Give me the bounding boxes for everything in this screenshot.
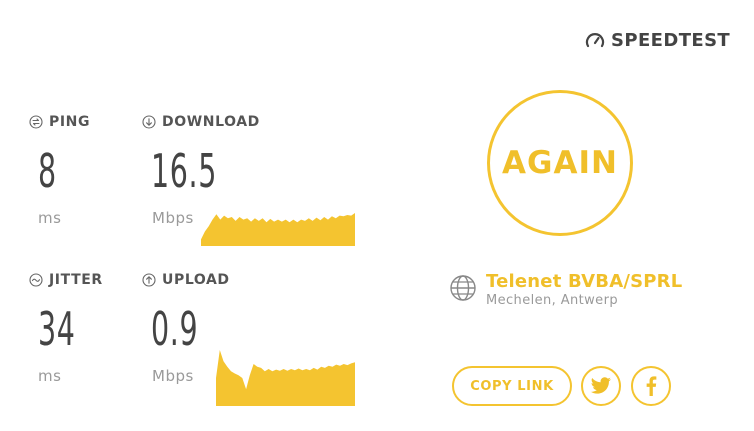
isp-name[interactable]: Telenet BVBA/SPRL (486, 271, 682, 292)
upload-arrow-icon (142, 273, 156, 287)
globe-icon (450, 275, 476, 301)
jitter-icon (29, 273, 43, 287)
twitter-share-button[interactable] (581, 366, 621, 406)
ping-value: 8 (38, 144, 57, 198)
upload-value: 0.9 (151, 302, 199, 356)
again-button[interactable]: AGAIN (487, 90, 633, 236)
download-unit: Mbps (152, 209, 194, 227)
graph-area (216, 350, 355, 406)
download-speed-graph (201, 213, 355, 246)
download-arrow-icon (142, 115, 156, 129)
ping-unit: ms (38, 209, 62, 227)
upload-speed-graph (216, 350, 355, 406)
jitter-label: JITTER (29, 272, 103, 288)
facebook-share-button[interactable] (631, 366, 671, 406)
twitter-icon (590, 377, 611, 394)
download-label-text: DOWNLOAD (162, 114, 260, 130)
ping-label-text: PING (49, 114, 91, 130)
brand-name: SPEEDTEST (611, 30, 731, 51)
jitter-value: 34 (38, 302, 76, 356)
copy-link-button[interactable]: COPY LINK (452, 366, 572, 406)
jitter-label-text: JITTER (49, 272, 103, 288)
upload-unit: Mbps (152, 367, 194, 385)
facebook-icon (646, 376, 657, 396)
isp-location: Mechelen, Antwerp (486, 293, 618, 308)
jitter-unit: ms (38, 367, 62, 385)
ping-label: PING (29, 114, 90, 130)
upload-label: UPLOAD (142, 272, 230, 288)
speedtest-logo: SPEEDTEST (585, 30, 730, 51)
download-label: DOWNLOAD (142, 114, 260, 130)
upload-label-text: UPLOAD (162, 272, 230, 288)
ping-icon (29, 115, 43, 129)
gauge-icon (585, 32, 605, 47)
graph-area (201, 213, 355, 246)
